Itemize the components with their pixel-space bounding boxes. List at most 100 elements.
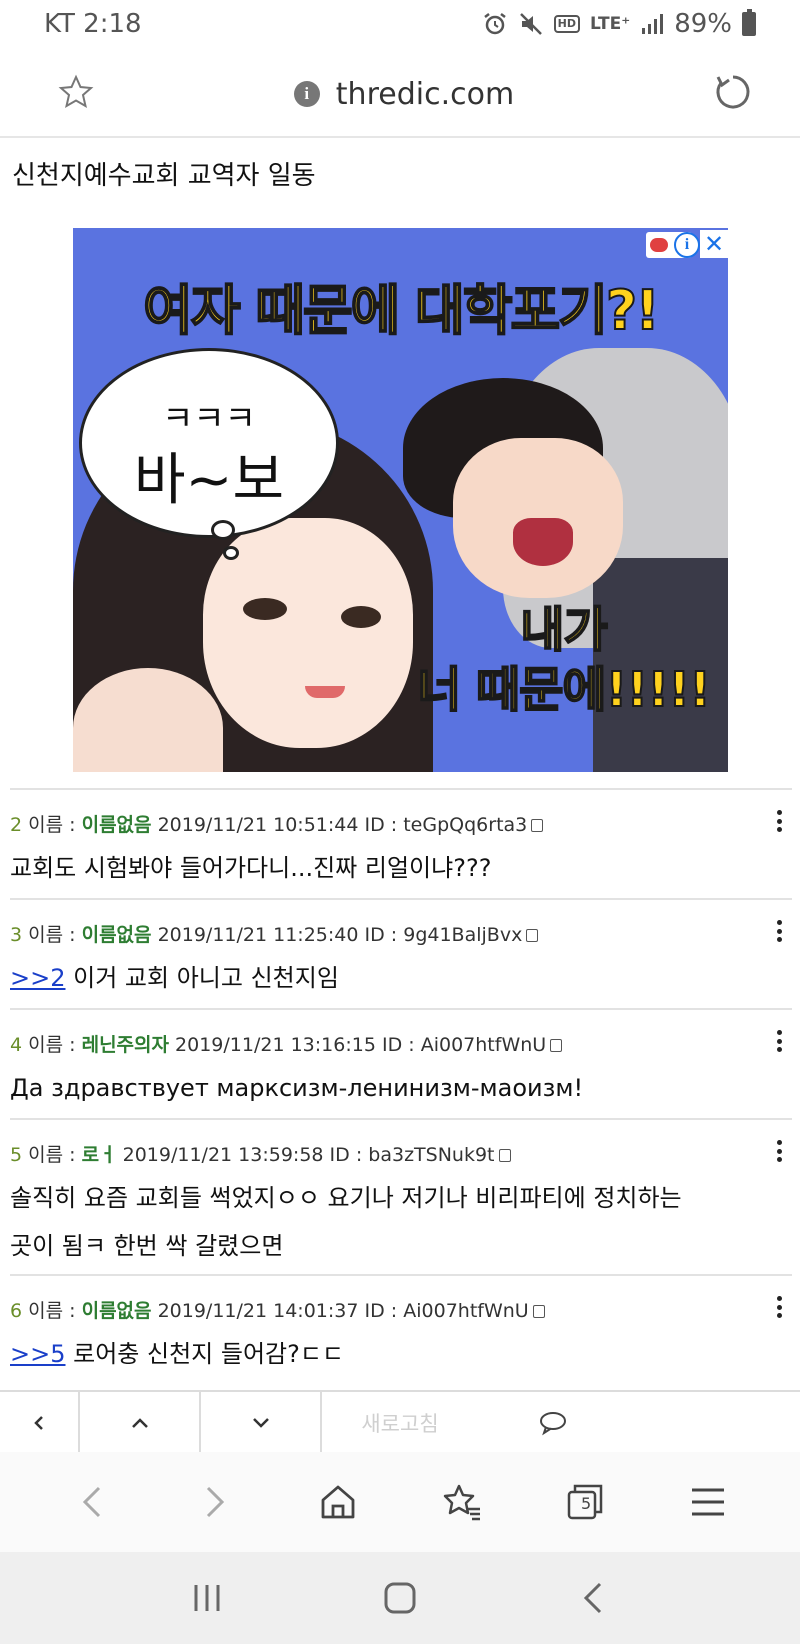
- post-number[interactable]: 2: [10, 814, 22, 836]
- ad-illustration-girl-eye: [243, 598, 287, 620]
- post-item: 5 이름 : 로ㅓ 2019/11/21 13:59:58 ID : ba3zT…: [10, 1118, 792, 1274]
- browser-forward-button[interactable]: [185, 1472, 245, 1532]
- post-meta: 2 이름 : 이름없음 2019/11/21 10:51:44 ID : teG…: [10, 810, 544, 837]
- post-number[interactable]: 6: [10, 1300, 22, 1322]
- post-number[interactable]: 3: [10, 924, 22, 946]
- post-meta: 4 이름 : 레닌주의자 2019/11/21 13:16:15 ID : Ai…: [10, 1030, 563, 1057]
- copy-icon[interactable]: [498, 1149, 511, 1162]
- ad-illustration-girl-mouth: [305, 686, 345, 698]
- post-more-icon[interactable]: [776, 810, 782, 832]
- post-id: Ai007htfWnU: [403, 1300, 529, 1322]
- comment-button[interactable]: [478, 1392, 628, 1454]
- post-more-icon[interactable]: [776, 1296, 782, 1318]
- post-text: 교회도 시험봐야 들어가다니...진짜 리얼이냐???: [10, 854, 492, 882]
- post-text: 이거 교회 아니고 신천지임: [65, 964, 339, 992]
- post-text: 솔직히 요즘 교회들 썩었지ㅇㅇ 요기나 저기나 비리파티에 정치하는: [10, 1184, 682, 1212]
- recent-apps-button[interactable]: [177, 1568, 237, 1628]
- hd-badge: HD: [553, 15, 580, 33]
- post-text: 로어충 신천지 들어감?ㄷㄷ: [65, 1340, 345, 1368]
- signal-icon: [640, 12, 664, 36]
- mute-icon: [518, 11, 544, 37]
- post-number[interactable]: 5: [10, 1144, 22, 1166]
- scroll-up-button[interactable]: [80, 1392, 201, 1454]
- post-datetime: 2019/11/21 11:25:40: [157, 924, 359, 946]
- post-id: teGpQq6rta3: [403, 814, 528, 836]
- post-name-label: 이름 :: [28, 924, 76, 946]
- post-datetime: 2019/11/21 13:59:58: [122, 1144, 324, 1166]
- post-body: >>5 로어충 신천지 들어감?ㄷㄷ: [10, 1330, 344, 1378]
- post-author: 레닌주의자: [81, 1034, 169, 1056]
- post-reply-link[interactable]: >>5: [10, 1340, 66, 1368]
- page-title: 신천지예수교회 교역자 일동: [12, 161, 316, 191]
- ad-close-icon[interactable]: ✕: [700, 230, 728, 258]
- post-number[interactable]: 4: [10, 1034, 22, 1056]
- post-author: 이름없음: [81, 814, 152, 836]
- post-id: 9g41BaljBvx: [403, 924, 523, 946]
- scroll-down-button[interactable]: [201, 1392, 322, 1454]
- copy-icon[interactable]: [532, 1305, 545, 1318]
- tab-count: 5: [580, 1494, 592, 1513]
- alarm-icon: [482, 11, 508, 37]
- post-name-label: 이름 :: [28, 1300, 76, 1322]
- star-icon[interactable]: [58, 74, 94, 114]
- post-datetime: 2019/11/21 10:51:44: [157, 814, 359, 836]
- system-home-button[interactable]: [370, 1568, 430, 1628]
- bookmarks-button[interactable]: [432, 1472, 492, 1532]
- system-back-button[interactable]: [563, 1568, 623, 1628]
- thread-back-button[interactable]: [0, 1392, 80, 1454]
- ad-speech-bubble: ㅋㅋㅋ 바~보: [79, 348, 339, 538]
- post-name-label: 이름 :: [28, 1144, 76, 1166]
- post-text: Да здравствует марксизм-ленинизм-маоизм!: [10, 1074, 584, 1102]
- browser-back-button[interactable]: [62, 1472, 122, 1532]
- reload-icon[interactable]: [714, 73, 752, 115]
- system-nav-bar: [0, 1552, 800, 1644]
- ad-subtext-line1: 내가: [519, 601, 608, 659]
- post-body: Да здравствует марксизм-ленинизм-маоизм!: [10, 1064, 583, 1112]
- ad-bubble-tail: [223, 546, 239, 560]
- battery-icon: [742, 9, 756, 36]
- status-icons: HD LTE⁺ 89%: [482, 9, 756, 39]
- carrier-time: KT 2:18: [44, 9, 142, 39]
- post-id-label: ID :: [364, 1300, 398, 1322]
- post-id: Ai007htfWnU: [420, 1034, 547, 1056]
- tabs-button[interactable]: 5: [555, 1472, 615, 1532]
- post-more-icon[interactable]: [776, 1030, 782, 1052]
- battery-percent: 89%: [674, 9, 732, 39]
- ad-bubble-line2: 바~보: [134, 448, 284, 513]
- post-reply-link[interactable]: >>2: [10, 964, 66, 992]
- post-id-label: ID :: [381, 1034, 415, 1056]
- info-icon[interactable]: i: [293, 81, 320, 107]
- ad-illustration-boy-mouth: [513, 518, 573, 566]
- ad-bubble-tail: [211, 520, 235, 540]
- post-body: >>2 이거 교회 아니고 신천지임: [10, 954, 339, 1002]
- post-more-icon[interactable]: [776, 920, 782, 942]
- post-name-label: 이름 :: [28, 1034, 76, 1056]
- copy-icon[interactable]: [550, 1039, 563, 1052]
- url-text: thredic.com: [335, 76, 515, 112]
- post-name-label: 이름 :: [28, 814, 76, 836]
- post-item: 6 이름 : 이름없음 2019/11/21 14:01:37 ID : Ai0…: [10, 1274, 792, 1390]
- post-meta: 6 이름 : 이름없음 2019/11/21 14:01:37 ID : Ai0…: [10, 1296, 545, 1323]
- post-more-icon[interactable]: [776, 1140, 782, 1162]
- post-item: 4 이름 : 레닌주의자 2019/11/21 13:16:15 ID : Ai…: [10, 1008, 792, 1118]
- post-item: 3 이름 : 이름없음 2019/11/21 11:25:40 ID : 9g4…: [10, 898, 792, 1008]
- post-meta: 5 이름 : 로ㅓ 2019/11/21 13:59:58 ID : ba3zT…: [10, 1140, 511, 1167]
- post-id-label: ID :: [329, 1144, 363, 1166]
- post-id-label: ID :: [364, 814, 398, 836]
- thread-toolbar: 새로고침: [0, 1390, 800, 1454]
- ad-illustration-girl-eye: [341, 606, 381, 628]
- home-button[interactable]: [308, 1472, 368, 1532]
- browser-nav-bar: 5: [0, 1452, 800, 1552]
- url-field[interactable]: i thredic.com: [293, 76, 515, 112]
- post-datetime: 2019/11/21 13:16:15: [175, 1034, 376, 1056]
- ad-headline: 여자 때문에 대학포기?!: [142, 278, 661, 343]
- ad-info-icon[interactable]: i: [674, 232, 700, 258]
- copy-icon[interactable]: [531, 819, 544, 832]
- menu-button[interactable]: [678, 1472, 738, 1532]
- post-item: 2 이름 : 이름없음 2019/11/21 10:51:44 ID : teG…: [10, 788, 792, 898]
- post-author: 이름없음: [81, 1300, 152, 1322]
- refresh-button[interactable]: 새로고침: [322, 1392, 478, 1454]
- copy-icon[interactable]: [526, 929, 539, 942]
- post-meta: 3 이름 : 이름없음 2019/11/21 11:25:40 ID : 9g4…: [10, 920, 539, 947]
- ad-banner[interactable]: 여자 때문에 대학포기?! ㅋㅋㅋ 바~보 내가 너 때문에!!!!! i ✕: [73, 228, 728, 772]
